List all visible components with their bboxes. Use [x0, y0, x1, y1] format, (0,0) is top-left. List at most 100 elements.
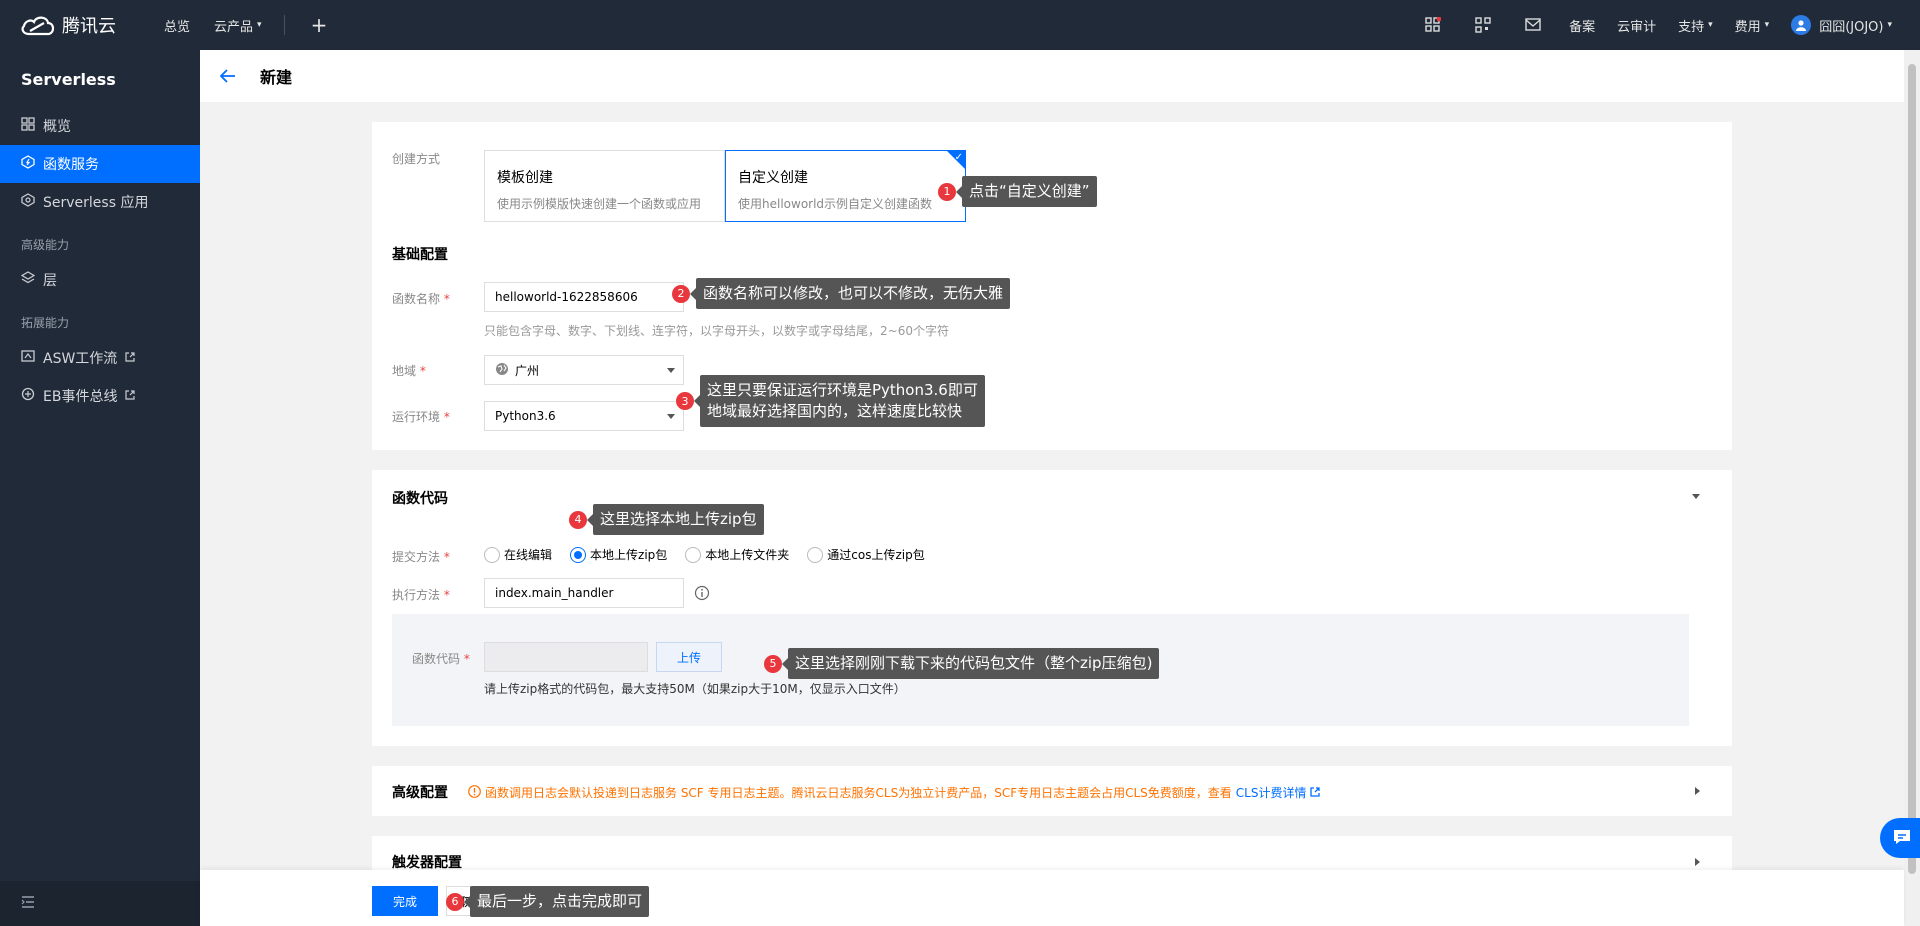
- notice-text: 函数调用日志会默认投递到日志服务 SCF 专用日志主题。腾讯云日志服务CLS为独…: [485, 786, 1232, 800]
- upload-button[interactable]: 上传: [656, 642, 722, 672]
- required-mark: *: [443, 410, 450, 424]
- radio-cos-zip[interactable]: 通过cos上传zip包: [807, 546, 925, 563]
- radio-local-zip[interactable]: 本地上传zip包: [570, 546, 667, 563]
- collapse-triangle-icon[interactable]: [1692, 494, 1700, 499]
- annotation-6: 6 最后一步，点击完成即可: [446, 886, 650, 917]
- required-mark: *: [443, 588, 450, 602]
- annotation-number: 4: [569, 510, 587, 529]
- add-shortcut-button[interactable]: +: [311, 13, 328, 37]
- sidebar-collapse-button[interactable]: [0, 881, 200, 926]
- sidebar-group-extension: 拓展能力: [21, 316, 70, 330]
- done-button[interactable]: 完成: [372, 886, 438, 916]
- nav-products-label: 云产品: [214, 19, 254, 35]
- sidebar-item-layers[interactable]: 层: [0, 261, 200, 299]
- sidebar-title: Serverless: [21, 70, 116, 89]
- page-title: 新建: [260, 68, 293, 87]
- radio-label: 在线编辑: [504, 548, 553, 562]
- required-mark: *: [463, 652, 470, 666]
- exec-method-label: 执行方法 *: [392, 586, 450, 603]
- layers-icon: [20, 271, 36, 289]
- function-code-title: 函数代码: [392, 491, 448, 507]
- annotation-number: 3: [676, 392, 694, 410]
- expand-triangle-icon: [1695, 858, 1700, 866]
- avatar: [1791, 15, 1812, 35]
- file-path-input[interactable]: [484, 642, 648, 672]
- topbar-right: 备案 云审计 支持 ▾ 费用 ▾ 囧囧(JOJO) ▾: [1419, 0, 1892, 50]
- runtime-select[interactable]: Python3.6: [484, 401, 684, 431]
- sidebar-item-label: 函数服务: [43, 157, 99, 173]
- annotation-1: 1 点击“自定义创建”: [938, 176, 1097, 207]
- cls-billing-link[interactable]: CLS计费详情: [1236, 784, 1307, 801]
- annotation-2: 2 函数名称可以修改，也可以不修改，无伤大雅: [672, 278, 1011, 309]
- radio-online-edit[interactable]: 在线编辑: [484, 546, 552, 563]
- function-name-input[interactable]: helloworld-1622858606: [484, 282, 684, 312]
- nav-billing[interactable]: 费用 ▾: [1735, 16, 1770, 35]
- nav-support-label: 支持: [1678, 19, 1705, 35]
- sidebar-item-functions[interactable]: 函数服务: [0, 145, 200, 183]
- label-text: 地域: [392, 364, 417, 378]
- page-scrollbar[interactable]: [1904, 50, 1920, 926]
- runtime-label: 运行环境 *: [392, 408, 450, 425]
- back-arrow-icon[interactable]: [218, 66, 238, 86]
- warning-icon: [468, 784, 481, 801]
- nav-cloudaudit[interactable]: 云审计: [1617, 16, 1656, 35]
- trigger-config-card[interactable]: 触发器配置: [372, 836, 1732, 870]
- annotation-3: 3 这里只要保证运行环境是Python3.6即可 地域最好选择国内的，这样速度比…: [676, 375, 985, 427]
- exec-method-input[interactable]: index.main_handler: [484, 578, 684, 608]
- code-package-label: 函数代码 *: [412, 650, 470, 667]
- annotation-text: 函数名称可以修改，也可以不修改，无伤大雅: [689, 278, 1011, 309]
- chevron-down-icon: ▾: [257, 20, 262, 30]
- nav-support[interactable]: 支持 ▾: [1678, 16, 1713, 35]
- nav-beian[interactable]: 备案: [1569, 16, 1595, 35]
- sidebar-item-eventbridge[interactable]: EB事件总线: [0, 377, 200, 415]
- mail-icon[interactable]: [1519, 11, 1547, 39]
- sidebar-item-overview[interactable]: 概览: [0, 107, 200, 145]
- apps-grid-icon[interactable]: [1419, 11, 1447, 39]
- user-name: 囧囧(JOJO): [1819, 19, 1884, 35]
- basic-config-card: 创建方式 模板创建 使用示例模版快速创建一个函数或应用 自定义创建 使用hell…: [372, 122, 1732, 450]
- radio-label: 本地上传zip包: [590, 548, 668, 562]
- label-text: 函数代码: [412, 652, 461, 666]
- function-name-hint: 只能包含字母、数字、下划线、连字符，以字母开头，以数字或字母结尾，2~60个字符: [484, 324, 949, 338]
- nav-billing-label: 费用: [1734, 19, 1761, 35]
- sidebar-item-label: 概览: [43, 119, 71, 135]
- option-desc: 使用示例模版快速创建一个函数或应用: [497, 197, 702, 211]
- trigger-config-title: 触发器配置: [392, 855, 462, 870]
- annotation-number: 6: [446, 892, 464, 911]
- radio-local-folder[interactable]: 本地上传文件夹: [685, 546, 789, 563]
- annotation-number: 2: [672, 284, 690, 303]
- template-create-option[interactable]: 模板创建 使用示例模版快速创建一个函数或应用: [484, 150, 725, 222]
- brand-logo[interactable]: 腾讯云: [20, 12, 140, 38]
- annotation-text: 点击“自定义创建”: [956, 176, 1097, 207]
- sidebar-item-asw[interactable]: ASW工作流: [0, 339, 200, 377]
- app-hexagon-icon: [21, 193, 35, 211]
- info-icon[interactable]: [694, 585, 710, 604]
- chevron-down-icon: ▾: [1887, 20, 1892, 30]
- cloud-logo-icon: [20, 14, 56, 36]
- submit-method-group: 在线编辑 本地上传zip包 本地上传文件夹 通过cos上传zip包: [484, 546, 925, 563]
- label-text: 运行环境: [392, 410, 441, 424]
- region-value: 广州: [515, 363, 540, 378]
- nav-products[interactable]: 云产品 ▾: [214, 16, 262, 35]
- nav-overview[interactable]: 总览: [164, 16, 190, 35]
- sidebar-item-serverless-app[interactable]: Serverless 应用: [0, 183, 200, 221]
- sidebar: Serverless 概览 函数服务 Serverless 应用 高级能力 层 …: [0, 50, 200, 926]
- annotation-5: 5 这里选择刚刚下载下来的代码包文件（整个zip压缩包): [764, 648, 1160, 679]
- region-select[interactable]: 广州: [484, 355, 684, 385]
- function-icon: [21, 155, 35, 173]
- qrcode-icon[interactable]: [1469, 11, 1497, 39]
- annotation-text: 这里只要保证运行环境是Python3.6即可 地域最好选择国内的，这样速度比较快: [694, 375, 985, 427]
- chat-support-button[interactable]: [1880, 818, 1920, 858]
- annotation-text: 最后一步，点击完成即可: [463, 886, 650, 917]
- user-menu[interactable]: 囧囧(JOJO) ▾: [1791, 15, 1892, 35]
- label-text: 函数名称: [392, 292, 441, 306]
- radio-dot: [685, 546, 702, 563]
- custom-create-option[interactable]: 自定义创建 使用helloworld示例自定义创建函数 ✓: [725, 150, 966, 222]
- chat-bubble-icon: [1892, 828, 1912, 849]
- log-notice: 函数调用日志会默认投递到日志服务 SCF 专用日志主题。腾讯云日志服务CLS为独…: [468, 784, 1321, 801]
- annotation-number: 5: [764, 654, 782, 673]
- scrollbar-thumb[interactable]: [1908, 64, 1916, 874]
- advanced-config-card[interactable]: 高级配置 函数调用日志会默认投递到日志服务 SCF 专用日志主题。腾讯云日志服务…: [372, 766, 1732, 816]
- radio-label: 通过cos上传zip包: [827, 548, 925, 562]
- required-mark: *: [443, 550, 450, 564]
